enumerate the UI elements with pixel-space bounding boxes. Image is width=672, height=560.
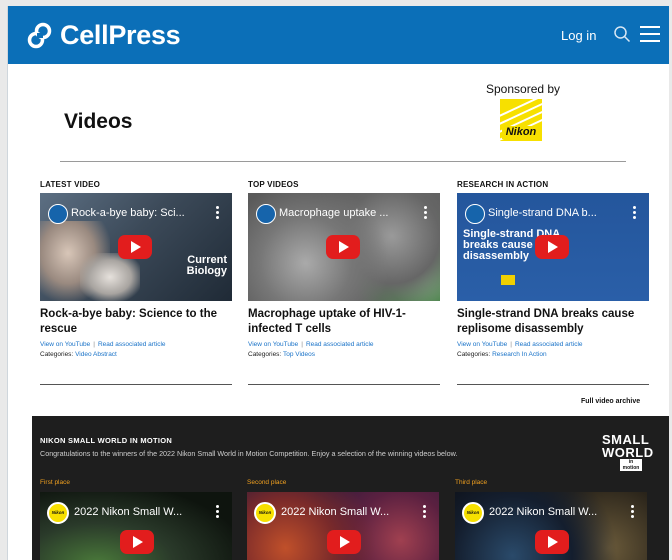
- video-categories: Categories: Top Videos: [248, 350, 440, 360]
- play-button[interactable]: [535, 235, 569, 259]
- thumb-title: Macrophage uptake ...: [279, 207, 389, 219]
- more-options-icon[interactable]: [631, 505, 635, 519]
- divider: [40, 384, 232, 385]
- read-article-link[interactable]: Read associated article: [515, 341, 583, 348]
- full-video-archive-link[interactable]: Full video archive: [581, 398, 640, 405]
- cellpress-logo-icon: [27, 22, 52, 48]
- video-thumbnail[interactable]: Single-strand DNA breaks cause disassemb…: [457, 193, 649, 301]
- categories-label: Categories:: [457, 351, 491, 358]
- categories-label: Categories:: [248, 351, 282, 358]
- video-title[interactable]: Single-strand DNA breaks cause replisome…: [457, 307, 649, 339]
- cellpress-logo[interactable]: CellPress: [26, 20, 181, 51]
- more-options-icon[interactable]: [423, 505, 427, 519]
- video-categories: Categories: Video Abstract: [40, 350, 232, 360]
- thumb-overlay-line: Biology: [186, 265, 227, 277]
- video-card-research: RESEARCH IN ACTION Single-strand DNA bre…: [457, 180, 649, 360]
- small-world-logo-text: WORLD: [602, 445, 654, 460]
- thumb-title: Rock-a-bye baby: Sci...: [71, 207, 185, 219]
- small-world-logo-text: in motion: [620, 459, 642, 471]
- play-button[interactable]: [535, 530, 569, 554]
- divider: [248, 384, 440, 385]
- video-title[interactable]: Rock-a-bye baby: Science to the rescue: [40, 307, 232, 339]
- place-label: First place: [40, 479, 70, 486]
- video-title[interactable]: Macrophage uptake of HIV-1-infected T ce…: [248, 307, 440, 339]
- thumb-title: 2022 Nikon Small W...: [74, 506, 183, 518]
- read-article-link[interactable]: Read associated article: [98, 341, 166, 348]
- section-label: TOP VIDEOS: [248, 180, 299, 189]
- page-title: Videos: [64, 110, 133, 133]
- video-card-latest: LATEST VIDEO Current Biology Rock-a-bye …: [40, 180, 232, 360]
- channel-avatar: Nikon: [47, 502, 69, 524]
- play-button[interactable]: [326, 235, 360, 259]
- video-links: View on YouTube | Read associated article: [40, 341, 166, 348]
- site-header: CellPress Log in: [8, 6, 669, 64]
- read-article-link[interactable]: Read associated article: [306, 341, 374, 348]
- more-options-icon[interactable]: [216, 206, 220, 220]
- divider: [60, 161, 626, 162]
- menu-icon[interactable]: [640, 26, 660, 42]
- video-thumbnail[interactable]: Macrophage uptake ...: [248, 193, 440, 301]
- view-on-youtube-link[interactable]: View on YouTube: [457, 341, 507, 348]
- more-options-icon[interactable]: [633, 206, 637, 220]
- channel-avatar: Nikon: [462, 502, 484, 524]
- video-links: View on YouTube | Read associated article: [248, 341, 374, 348]
- small-world-section: NIKON SMALL WORLD IN MOTION Congratulati…: [32, 416, 669, 560]
- channel-avatar: [48, 204, 68, 224]
- sponsor-label: Sponsored by: [486, 82, 561, 96]
- video-thumbnail[interactable]: Nikon 2022 Nikon Small W...: [247, 492, 439, 560]
- section-label: RESEARCH IN ACTION: [457, 180, 549, 189]
- play-button[interactable]: [118, 235, 152, 259]
- divider: [457, 384, 649, 385]
- nikon-logo[interactable]: Nikon: [500, 99, 542, 141]
- category-link[interactable]: Top Videos: [283, 351, 315, 358]
- small-world-logo[interactable]: SMALL WORLD in motion: [602, 433, 654, 471]
- section-label: LATEST VIDEO: [40, 180, 101, 189]
- view-on-youtube-link[interactable]: View on YouTube: [248, 341, 298, 348]
- video-thumbnail[interactable]: Nikon 2022 Nikon Small W...: [40, 492, 232, 560]
- brand-name: CellPress: [60, 20, 181, 50]
- category-link[interactable]: Video Abstract: [75, 351, 117, 358]
- page: CellPress Log in Videos Sponsored by Nik…: [7, 6, 669, 560]
- video-categories: Categories: Research In Action: [457, 350, 649, 360]
- channel-avatar: [465, 204, 485, 224]
- section-description: Congratulations to the winners of the 20…: [40, 449, 458, 458]
- thumb-title: 2022 Nikon Small W...: [489, 506, 598, 518]
- play-button[interactable]: [327, 530, 361, 554]
- video-thumbnail[interactable]: Current Biology Rock-a-bye baby: Sci...: [40, 193, 232, 301]
- video-links: View on YouTube | Read associated article: [457, 341, 583, 348]
- search-icon[interactable]: [613, 25, 631, 43]
- more-options-icon[interactable]: [424, 206, 428, 220]
- more-options-icon[interactable]: [216, 505, 220, 519]
- thumb-title: 2022 Nikon Small W...: [281, 506, 390, 518]
- section-label: NIKON SMALL WORLD IN MOTION: [40, 436, 173, 445]
- login-link[interactable]: Log in: [561, 28, 596, 43]
- place-label: Second place: [247, 479, 287, 486]
- view-on-youtube-link[interactable]: View on YouTube: [40, 341, 90, 348]
- place-label: Third place: [455, 479, 488, 486]
- video-thumbnail[interactable]: Nikon 2022 Nikon Small W...: [455, 492, 647, 560]
- categories-label: Categories:: [40, 351, 74, 358]
- video-card-top: TOP VIDEOS Macrophage uptake ... Macroph…: [248, 180, 440, 360]
- channel-avatar: Nikon: [254, 502, 276, 524]
- channel-avatar: [256, 204, 276, 224]
- play-button[interactable]: [120, 530, 154, 554]
- nikon-logo-text: Nikon: [502, 126, 540, 139]
- category-link[interactable]: Research In Action: [492, 351, 547, 358]
- thumb-title: Single-strand DNA b...: [488, 207, 597, 219]
